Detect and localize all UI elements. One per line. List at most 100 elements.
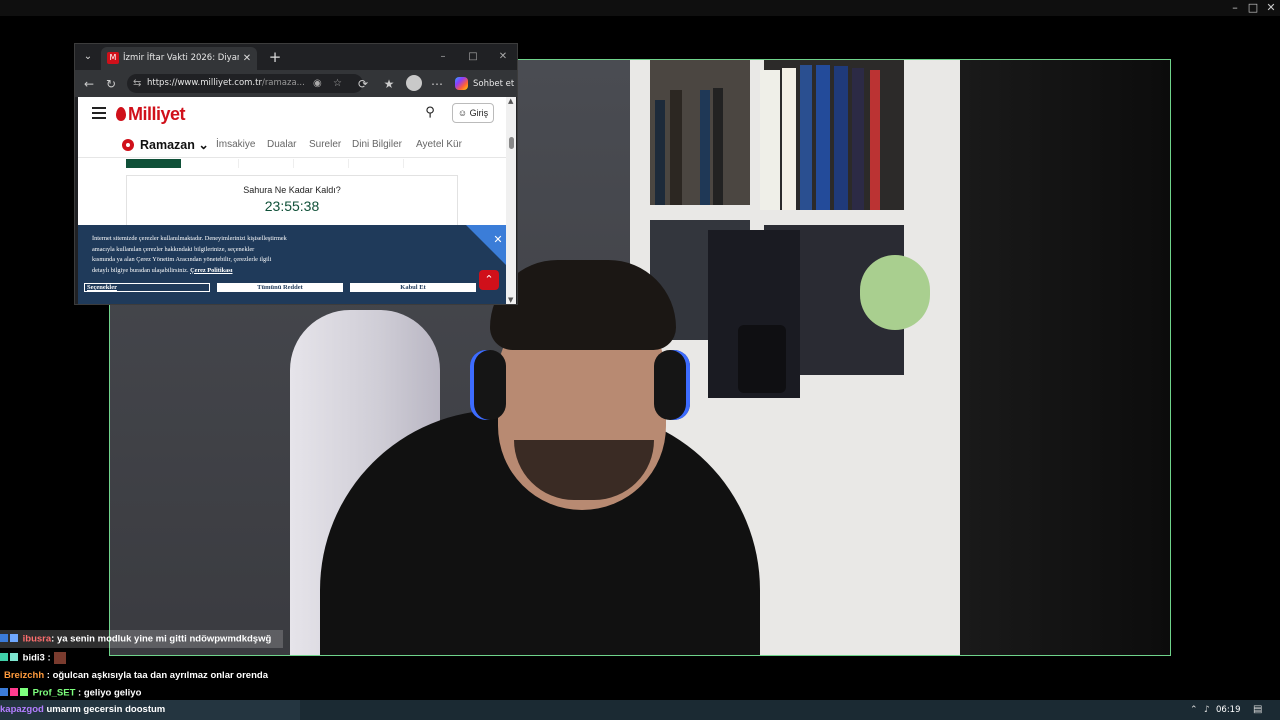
grid-divider	[403, 159, 404, 168]
chat-text: : oğulcan aşkısıyla taa dan ayrılmaz onl…	[44, 670, 268, 681]
favorites-icon[interactable]: ★	[379, 74, 399, 94]
more-menu-icon[interactable]: ⋯	[427, 74, 447, 94]
chat-text: : geliyo geliyo	[75, 687, 142, 699]
browser-maximize-icon[interactable]: □	[461, 47, 485, 67]
nav-ayetel-kursi[interactable]: Ayetel Kür	[416, 133, 462, 157]
volume-icon[interactable]: ♪	[1204, 700, 1210, 720]
new-tab-icon[interactable]: +	[265, 47, 285, 67]
taskbar-clock[interactable]: 06:19	[1216, 700, 1241, 720]
cookie-text: İnternet sitemizde çerezler kullanılmakt…	[92, 234, 332, 276]
chat-username: Breizchh	[4, 670, 45, 681]
plush-toy	[860, 255, 930, 330]
milliyet-favicon: M	[107, 52, 119, 64]
scroll-to-top-icon[interactable]: ⌃	[479, 270, 499, 290]
login-label: Giriş	[469, 108, 489, 118]
ramazan-nav: Ramazan ⌄ İmsakiye Dualar Sureler Dini B…	[78, 133, 506, 158]
milliyet-logo[interactable]: Milliyet	[116, 103, 186, 125]
cookie-line-2: amacıyla kullanılan çerezler hakkındaki …	[92, 245, 255, 253]
reader-mode-icon[interactable]: ◉	[313, 74, 322, 93]
nav-dini-bilgiler[interactable]: Dini Bilgiler	[352, 133, 402, 157]
emote-icon	[53, 652, 66, 664]
grid-divider	[293, 159, 294, 168]
badge-icon	[0, 653, 8, 662]
browser-window: ⌄ M İzmir İftar Vakti 2026: Diyanet Ram …	[74, 43, 518, 305]
tab-strip: ⌄ M İzmir İftar Vakti 2026: Diyanet Ram …	[75, 44, 517, 70]
chevron-down-icon: ⌄	[198, 138, 209, 152]
copilot-icon	[455, 77, 468, 90]
notification-icon[interactable]: ▤	[1253, 704, 1264, 715]
profile-avatar[interactable]	[406, 75, 422, 91]
logo-drop-icon	[116, 107, 126, 121]
chat-message: kapazgod umarım gecersin doostum	[0, 701, 165, 719]
chat-message: bidi3 :	[0, 649, 66, 667]
scroll-thumb[interactable]	[509, 137, 514, 149]
close-tab-icon[interactable]: ✕	[241, 47, 253, 70]
browser-minimize-icon[interactable]: –	[431, 47, 455, 67]
nav-ramazan[interactable]: Ramazan ⌄	[140, 133, 209, 157]
chat-username: kapazgod	[0, 704, 44, 715]
page-scrollbar[interactable]: ▲ ▼	[506, 97, 516, 304]
browser-close-icon[interactable]: ✕	[491, 47, 515, 67]
taskbar: kapazgod umarım gecersin doostum ⌃ ♪ 06:…	[0, 700, 1280, 720]
grid-divider	[348, 159, 349, 168]
scroll-down-icon[interactable]: ▼	[508, 296, 513, 304]
badge-icon	[10, 688, 18, 697]
user-icon: ☺	[457, 108, 468, 118]
lock-icon[interactable]: ⇆	[133, 74, 141, 93]
url-text[interactable]: https://www.milliyet.com.tr/ramaza...	[147, 74, 307, 93]
url-path: /ramaza...	[261, 78, 305, 88]
logo-text: Milliyet	[128, 104, 186, 124]
headset-left	[470, 350, 506, 420]
copilot-label: Sohbet et	[473, 79, 515, 89]
maximize-icon[interactable]: □	[1244, 0, 1262, 16]
chat-text: :	[44, 652, 51, 664]
ramazan-icon	[122, 139, 134, 151]
badge-icon	[10, 653, 18, 662]
url-domain: https://www.milliyet.com.tr	[147, 78, 262, 88]
extensions-icon[interactable]: ⟳	[353, 74, 373, 94]
countdown-time: 23:55:38	[264, 198, 320, 214]
chat-message: ibusra: ya senin modluk yine mi gitti nd…	[0, 630, 284, 648]
tab-list-icon[interactable]: ⌄	[79, 47, 97, 67]
minimize-icon[interactable]: –	[1226, 0, 1244, 16]
taskbar-chat-strip: kapazgod umarım gecersin doostum	[0, 700, 300, 720]
browser-tab[interactable]: M İzmir İftar Vakti 2026: Diyanet Ram ✕	[101, 47, 257, 70]
cookie-options-button[interactable]: Seçenekler	[84, 283, 210, 292]
nav-dualar[interactable]: Dualar	[267, 133, 296, 157]
browser-toolbar: ← ↻ ⇆ https://www.milliyet.com.tr/ramaza…	[75, 70, 517, 97]
search-icon[interactable]: ⚲	[422, 105, 438, 121]
curtain	[960, 60, 1170, 655]
nav-sureler[interactable]: Sureler	[309, 133, 341, 157]
grid-divider	[238, 159, 239, 168]
headset-right	[654, 350, 690, 420]
chat-username: ibusra	[22, 633, 52, 645]
login-button[interactable]: ☺ Giriş	[452, 103, 494, 123]
cookie-line-3: kısmında ya alan Çerez Yönetim Aracından…	[92, 256, 272, 263]
cookie-reject-button[interactable]: Tümünü Reddet	[217, 283, 343, 292]
hamburger-menu-icon[interactable]	[92, 107, 106, 119]
scroll-up-icon[interactable]: ▲	[508, 97, 513, 105]
badge-icon	[10, 634, 18, 643]
chat-text: umarım gecersin doostum	[43, 704, 166, 715]
nav-imsakiye[interactable]: İmsakiye	[216, 133, 255, 157]
favorite-star-icon[interactable]: ☆	[333, 74, 342, 93]
cookie-line-4: detaylı bilgiye buradan ulaşabilirsiniz.	[92, 266, 189, 274]
cookie-line-1: İnternet sitemizde çerezler kullanılmakt…	[92, 235, 287, 242]
chat-badges	[0, 649, 20, 667]
nav-ramazan-label: Ramazan	[140, 138, 195, 152]
chat-username: Prof_SET	[32, 687, 76, 699]
chat-text: : ya senin modluk yine mi gitti ndöwpwmd…	[51, 633, 272, 645]
web-page: Milliyet ⚲ ☺ Giriş Ramazan ⌄ İmsakiye Du…	[78, 97, 506, 304]
address-bar[interactable]: ⇆ https://www.milliyet.com.tr/ramaza... …	[127, 74, 363, 93]
cookie-close-icon[interactable]: ✕	[491, 233, 505, 247]
badge-icon	[20, 688, 28, 697]
reload-icon[interactable]: ↻	[101, 74, 121, 94]
cookie-accept-button[interactable]: Kabul Et	[350, 283, 476, 292]
mug	[738, 325, 786, 393]
cookie-policy-link[interactable]: Çerez Politikası	[190, 267, 232, 274]
tray-expand-icon[interactable]: ⌃	[1190, 700, 1198, 720]
back-icon[interactable]: ←	[79, 74, 99, 94]
close-icon[interactable]: ✕	[1262, 0, 1280, 16]
copilot-chat-button[interactable]: Sohbet et	[455, 74, 515, 94]
cookie-banner: ✕ İnternet sitemizde çerezler kullanılma…	[78, 225, 506, 304]
